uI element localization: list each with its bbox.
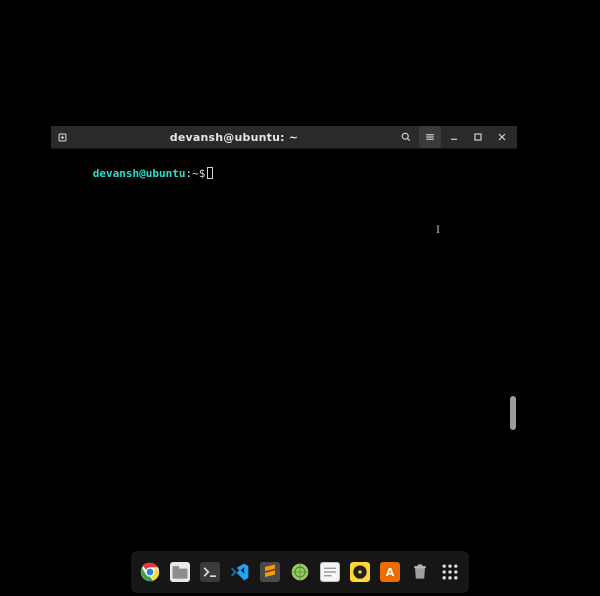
browser-icon[interactable] bbox=[289, 561, 311, 583]
search-button[interactable] bbox=[395, 126, 417, 148]
close-button[interactable] bbox=[491, 126, 513, 148]
apps-grid-icon[interactable] bbox=[439, 561, 461, 583]
dock: A bbox=[131, 551, 469, 593]
prompt-user-host: devansh@ubuntu bbox=[93, 167, 186, 180]
scrollbar[interactable] bbox=[509, 149, 517, 432]
scrollbar-thumb[interactable] bbox=[510, 396, 516, 430]
window-title: devansh@ubuntu: ~ bbox=[73, 131, 395, 144]
new-tab-button[interactable] bbox=[51, 126, 73, 148]
files-icon[interactable] bbox=[169, 561, 191, 583]
software-icon[interactable]: A bbox=[379, 561, 401, 583]
terminal-window: devansh@ubuntu: ~ devansh@ubuntu:~$ I bbox=[51, 126, 517, 432]
menu-button[interactable] bbox=[419, 126, 441, 148]
minimize-button[interactable] bbox=[443, 126, 465, 148]
prompt-line: devansh@ubuntu:~$ bbox=[53, 167, 213, 193]
prompt-path: ~ bbox=[192, 167, 199, 180]
terminal-body[interactable]: devansh@ubuntu:~$ I bbox=[51, 149, 517, 432]
chrome-icon[interactable] bbox=[139, 561, 161, 583]
terminal-content[interactable]: devansh@ubuntu:~$ I bbox=[51, 149, 509, 432]
sublime-icon[interactable] bbox=[259, 561, 281, 583]
vscode-icon[interactable] bbox=[229, 561, 251, 583]
maximize-button[interactable] bbox=[467, 126, 489, 148]
text-cursor bbox=[207, 167, 213, 179]
notes-icon[interactable] bbox=[319, 561, 341, 583]
prompt-dollar: $ bbox=[199, 167, 206, 180]
trash-icon[interactable] bbox=[409, 561, 431, 583]
titlebar[interactable]: devansh@ubuntu: ~ bbox=[51, 126, 517, 149]
mouse-ibeam-cursor: I bbox=[436, 223, 442, 235]
music-icon[interactable] bbox=[349, 561, 371, 583]
terminal-icon[interactable] bbox=[199, 561, 221, 583]
